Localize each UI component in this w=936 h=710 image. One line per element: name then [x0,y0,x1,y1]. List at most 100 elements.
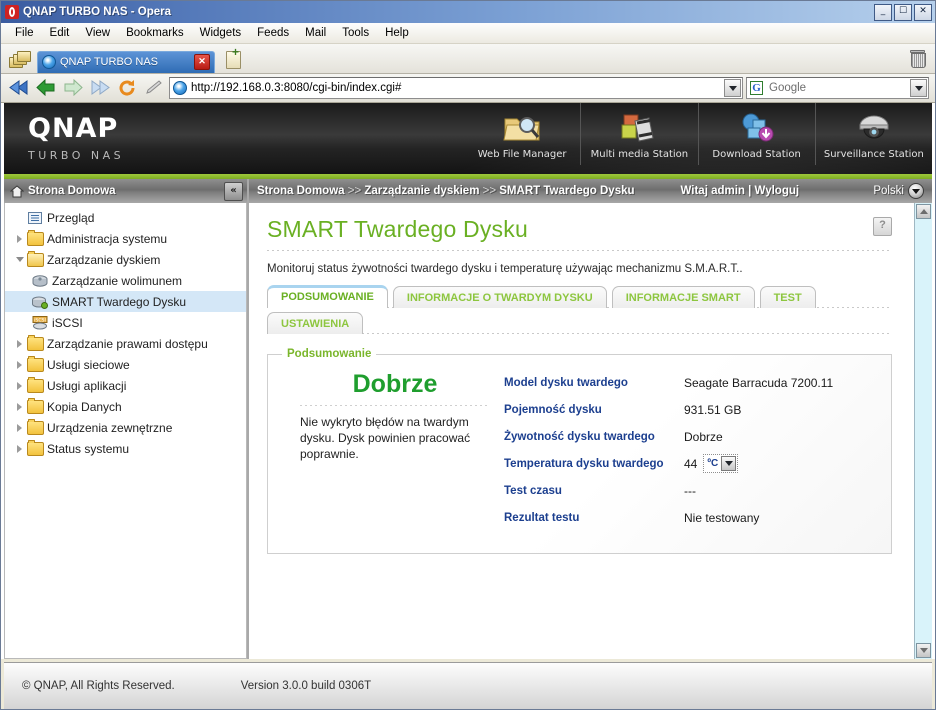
app-link-download-station[interactable]: Download Station [697,103,815,165]
menu-item-view[interactable]: View [77,25,118,41]
language-label: Polski [873,185,904,197]
trash-icon[interactable] [910,49,926,68]
scroll-down-button[interactable] [916,643,931,658]
tree-expander[interactable] [13,402,26,411]
url-dropdown-button[interactable] [724,79,741,97]
close-button[interactable]: ✕ [914,4,932,21]
chevron-down-icon [728,85,737,91]
menu-item-feeds[interactable]: Feeds [249,25,297,41]
page-title: SMART Twardego Dysku [267,216,528,242]
tab-podsumowanie[interactable]: PODSUMOWANIE [267,285,388,308]
detail-label: Test czasu [504,484,562,497]
sidebar-item-uslugi-sieciowe[interactable]: Usługi sieciowe [5,354,246,375]
chevron-down-icon [914,85,923,91]
menu-item-widgets[interactable]: Widgets [192,25,250,41]
chevron-right-icon [17,444,22,453]
app-link-surveillance-station[interactable]: Surveillance Station [814,103,932,165]
menu-item-help[interactable]: Help [377,25,417,41]
sidebar-item-smart-twardego-dysku[interactable]: SMART Twardego Dysku [5,291,246,312]
page-footer: © QNAP, All Rights Reserved. Version 3.0… [4,662,932,709]
sidebar-collapse-button[interactable]: « [224,181,243,201]
disk-icon [31,274,49,288]
app-link-multimedia-station[interactable]: Multi media Station [580,103,697,165]
dome-camera-icon [816,109,932,147]
search-box[interactable]: G Google [746,77,929,99]
search-input[interactable]: Google [769,82,910,94]
menu-item-tools[interactable]: Tools [334,25,377,41]
content-scrollbar[interactable] [914,203,932,659]
chevron-down-icon[interactable] [721,456,737,471]
maximize-button[interactable]: ☐ [894,4,912,21]
detail-row-health: Żywotność dysku twardego Dobrze [504,423,873,450]
sidebar-item-uslugi-aplikacji[interactable]: Usługi aplikacji [5,375,246,396]
menu-item-edit[interactable]: Edit [42,25,78,41]
sidebar-item-label: Przegląd [47,210,95,225]
edit-pencil-icon[interactable] [142,77,166,99]
sidebar-item-przeglad[interactable]: Przegląd [5,207,246,228]
minimize-button[interactable]: _ [874,4,892,21]
window-title: QNAP TURBO NAS - Opera [23,6,172,18]
search-dropdown-button[interactable] [910,79,927,97]
fast-forward-icon[interactable] [88,77,112,99]
sidebar-item-urzadzenia-zewnetrzne[interactable]: Urządzenia zewnętrzne [5,417,246,438]
tree-expander[interactable] [13,381,26,390]
chevron-right-icon [17,423,22,432]
app-link-web-file-manager[interactable]: Web File Manager [464,103,580,165]
sidebar-item-administracja-systemu[interactable]: Administracja systemu [5,228,246,249]
tree-expander[interactable] [13,423,26,432]
tree-expander[interactable] [13,257,26,262]
chevron-down-icon [15,257,24,262]
rewind-icon[interactable] [7,77,31,99]
sidebar-item-zarzadzanie-dyskiem[interactable]: Zarządzanie dyskiem [5,249,246,270]
help-button[interactable]: ? [873,217,892,236]
reload-icon[interactable] [115,77,139,99]
tree-expander[interactable] [13,360,26,369]
tab-close-icon[interactable]: ✕ [194,54,210,70]
detail-value: 931.51 GB [684,402,742,417]
menu-item-bookmarks[interactable]: Bookmarks [118,25,192,41]
tab-stack-icon[interactable] [9,49,31,69]
breadcrumb-bar: Strona Domowa >> Zarządzanie dyskiem >> … [249,179,932,203]
sidebar-item-label: Administracja systemu [47,231,168,246]
tab-ustawienia[interactable]: USTAWIENIA [267,312,364,334]
detail-row-model: Model dysku twardego Seagate Barracuda 7… [504,369,873,396]
sidebar: Strona Domowa « Przegląd Administracja s… [4,179,249,659]
back-icon[interactable] [34,77,58,99]
sidebar-item-iscsi[interactable]: iSCSI iSCSI [5,312,246,333]
sidebar-item-kopia-danych[interactable]: Kopia Danych [5,396,246,417]
tab-informacje-o-twardym-dysku[interactable]: INFORMACJE O TWARDYM DYSKU [392,286,607,308]
sidebar-item-status-systemu[interactable]: Status systemu [5,438,246,459]
folder-icon [26,397,44,414]
breadcrumb-item-disk[interactable]: Zarządzanie dyskiem [364,185,479,197]
url-bar[interactable]: http://192.168.0.3:8080/cgi-bin/index.cg… [169,77,743,99]
tree-expander[interactable] [13,444,26,453]
tab-informacje-smart[interactable]: INFORMACJE SMART [611,286,755,308]
temperature-unit-select[interactable]: ºC [703,454,739,473]
disk-smart-icon [31,295,49,309]
summary-legend: Podsumowanie [282,347,377,361]
sidebar-item-label: Usługi sieciowe [47,357,130,372]
menu-item-file[interactable]: File [7,25,42,41]
tree-expander[interactable] [13,234,26,243]
temperature-value: 44 [684,456,698,471]
tab-test[interactable]: TEST [759,286,816,308]
chevron-down-icon [908,183,924,199]
address-bar: http://192.168.0.3:8080/cgi-bin/index.cg… [1,74,935,103]
menu-item-mail[interactable]: Mail [297,25,334,41]
browser-tab[interactable]: QNAP TURBO NAS ✕ [37,50,215,73]
folder-icon [26,334,44,351]
sidebar-item-zarzadzanie-prawami-dostepu[interactable]: Zarządzanie prawami dostępu [5,333,246,354]
sidebar-header: Strona Domowa « [4,179,247,203]
language-selector[interactable]: Polski [873,183,924,199]
forward-icon[interactable] [61,77,85,99]
verdict-block: Dobrze Nie wykryto błędów na twardym dys… [286,369,490,531]
breadcrumb-item-home[interactable]: Strona Domowa [257,185,345,197]
new-tab-icon[interactable] [224,45,243,69]
sidebar-item-label: iSCSI [52,315,83,330]
qnap-banner: QNAP TURBO NAS Web File Manager Multi me… [1,103,935,179]
scroll-up-button[interactable] [916,204,931,219]
sidebar-item-zarzadzanie-wolimunem[interactable]: Zarządzanie wolimunem [5,270,246,291]
user-greeting-logout[interactable]: Witaj admin | Wyloguj [681,184,800,198]
chevron-right-icon [17,234,22,243]
tree-expander[interactable] [13,339,26,348]
